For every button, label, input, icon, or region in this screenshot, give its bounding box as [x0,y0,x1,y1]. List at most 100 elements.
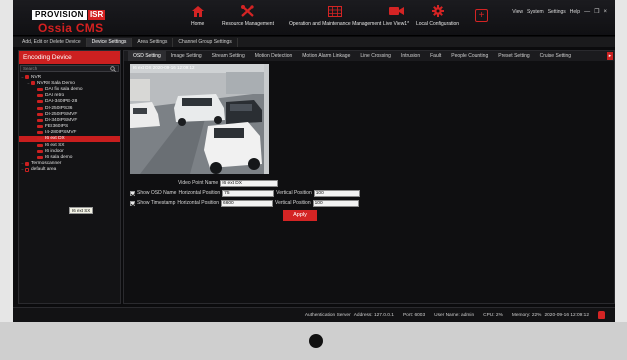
tab-osd-setting[interactable]: OSD Setting [128,51,166,61]
nav-local-config-label: Local Configuration [416,21,460,27]
tab-people-counting[interactable]: People Counting [446,51,493,61]
add-icon: + [475,9,488,22]
device-tree: − NVR − NVR8 Sala Demo DAI fix sala demo DAI … [19,73,120,173]
tree-item-label: default area [31,167,57,173]
camera-icon [37,137,43,141]
tab-fault[interactable]: Fault [425,51,446,61]
tab-device-settings[interactable]: Device Settings [86,38,133,47]
camera-icon [37,125,43,129]
camera-icon [37,112,43,116]
camera-icon [37,118,43,122]
osd-vertical-input[interactable] [313,189,360,197]
close-button[interactable]: × [603,9,607,15]
tab-stream-setting[interactable]: Stream Setting [207,51,250,61]
status-cpu: CPU: 2% [483,312,503,318]
video-point-name-row: Video Point Name [130,179,430,187]
tab-channel-group-settings[interactable]: Channel Group Settings [173,38,238,47]
minimize-button[interactable]: — [584,9,590,15]
nav-add-view-button[interactable]: + [475,9,488,37]
app-window: PROVISION ISR Ossia CMS Home Resource Ma… [13,0,615,322]
tree-item-label: DI-250IPSMVF [45,111,78,117]
osd-form: Video Point Name Show OSD Name Horizonta… [130,179,430,209]
timestamp-vertical-label: Vertical Position [275,200,311,206]
search-icon [110,65,116,72]
tab-area-settings[interactable]: Area Settings [132,38,174,47]
menu-help[interactable]: Help [570,9,580,15]
sidebar-title: Encoding Device [19,51,120,64]
tree-item-label: I4-280IPSMVF [45,130,77,136]
search-placeholder: Search [23,66,38,71]
menu-view[interactable]: View [512,9,523,15]
camera-feed-image [130,64,269,174]
search-input[interactable]: Search [20,65,119,72]
tab-intrusion[interactable]: Intrusion [396,51,425,61]
tree-item-label: I6 ext SX [45,142,65,148]
settings-panel: OSD Setting Image Setting Stream Setting Mo… [123,50,615,304]
status-memory: Memory: 22% [511,312,542,318]
tab-image-setting[interactable]: Image Setting [166,51,207,61]
monitor-camera [309,334,323,348]
secondary-tabs: OSD Setting Image Setting Stream Setting Mo… [124,51,614,61]
tabs-scroll-right-icon[interactable]: ▸ [607,52,613,60]
osd-horizontal-input[interactable] [222,189,275,197]
status-port: Port: 6003 [402,312,426,318]
gear-icon [431,4,444,18]
timestamp-vertical-input[interactable] [312,199,359,207]
device-icon [25,161,29,166]
primary-tabs: Add, Edit or Delete Device Device Settin… [13,37,615,47]
menu-system[interactable]: System [527,9,544,15]
alarm-icon[interactable] [598,311,605,319]
apply-button[interactable]: Apply [283,210,317,221]
nav-operation-maintenance[interactable]: Operation and Maintenance Management [289,4,381,32]
nav-local-configuration[interactable]: Local Configuration [416,4,459,32]
monitor-bezel: PROVISION ISR Ossia CMS Home Resource Ma… [0,0,627,360]
nav-resource-management[interactable]: Resource Management [222,4,274,32]
top-bar: PROVISION ISR Ossia CMS Home Resource Ma… [13,0,615,36]
timestamp-horizontal-input[interactable] [221,199,274,207]
tree-item-label: Termoscanner [31,161,62,167]
camera-icon [37,156,43,160]
device-sidebar: Encoding Device Search − NVR − NVR8 Sala De… [18,50,121,304]
camera-icon [37,143,43,147]
tab-motion-alarm-linkage[interactable]: Motion Alarm Linkage [297,51,355,61]
tree-item[interactable]: − default area [19,167,120,173]
nav-operation-label: Operation and Maintenance Management [289,21,382,27]
tools-icon [241,4,255,18]
camera-icon [388,4,404,18]
nav-live-view[interactable]: Live View1* [383,4,409,32]
app-logo: PROVISION ISR Ossia CMS [32,10,114,35]
show-timestamp-row: Show Timestamp Horizontal Position Verti… [130,199,430,207]
camera-icon [37,131,43,135]
menu-settings[interactable]: Settings [548,9,566,15]
tab-add-edit-delete-device[interactable]: Add, Edit or Delete Device [17,38,87,47]
nav-home[interactable]: Home [191,4,204,32]
camera-icon [37,106,43,110]
camera-icon [37,149,43,153]
show-osd-name-label: Show OSD Name [137,190,177,196]
nav-home-label: Home [191,21,205,27]
tree-item-label: DAI retro [45,93,65,99]
show-osd-name-checkbox[interactable] [130,190,135,196]
device-icon [31,81,35,86]
tab-preset-setting[interactable]: Preset Setting [493,51,534,61]
timestamp-horizontal-label: Horizontal Position [177,200,220,206]
area-icon [25,167,29,172]
logo-badge: ISR [87,10,106,20]
tree-item-label: DAI fix sala demo [45,86,83,92]
grid-icon [328,4,343,18]
tab-cruise-setting[interactable]: Cruise Setting [535,51,576,61]
tree-item-label: NVR [31,74,42,80]
tree-item-label: I6 sala demo [45,155,73,161]
tree-item-label: I6 ext DX [45,136,65,142]
tab-line-crossing[interactable]: Line Crossing [355,51,396,61]
status-server: Authentication Server [304,312,351,318]
restore-button[interactable]: ❐ [594,8,599,15]
video-point-name-input[interactable] [220,179,279,187]
tab-motion-detection[interactable]: Motion Detection [250,51,298,61]
tree-item-label: FEI360IPS [45,124,69,130]
tree-item-label: NVR8 Sala Demo [37,80,75,86]
camera-icon [37,94,43,98]
home-icon [191,4,204,18]
video-osd-overlay: I6 ext DX 2020-09-16 12:09:12 [133,65,195,70]
show-timestamp-checkbox[interactable] [130,200,135,206]
